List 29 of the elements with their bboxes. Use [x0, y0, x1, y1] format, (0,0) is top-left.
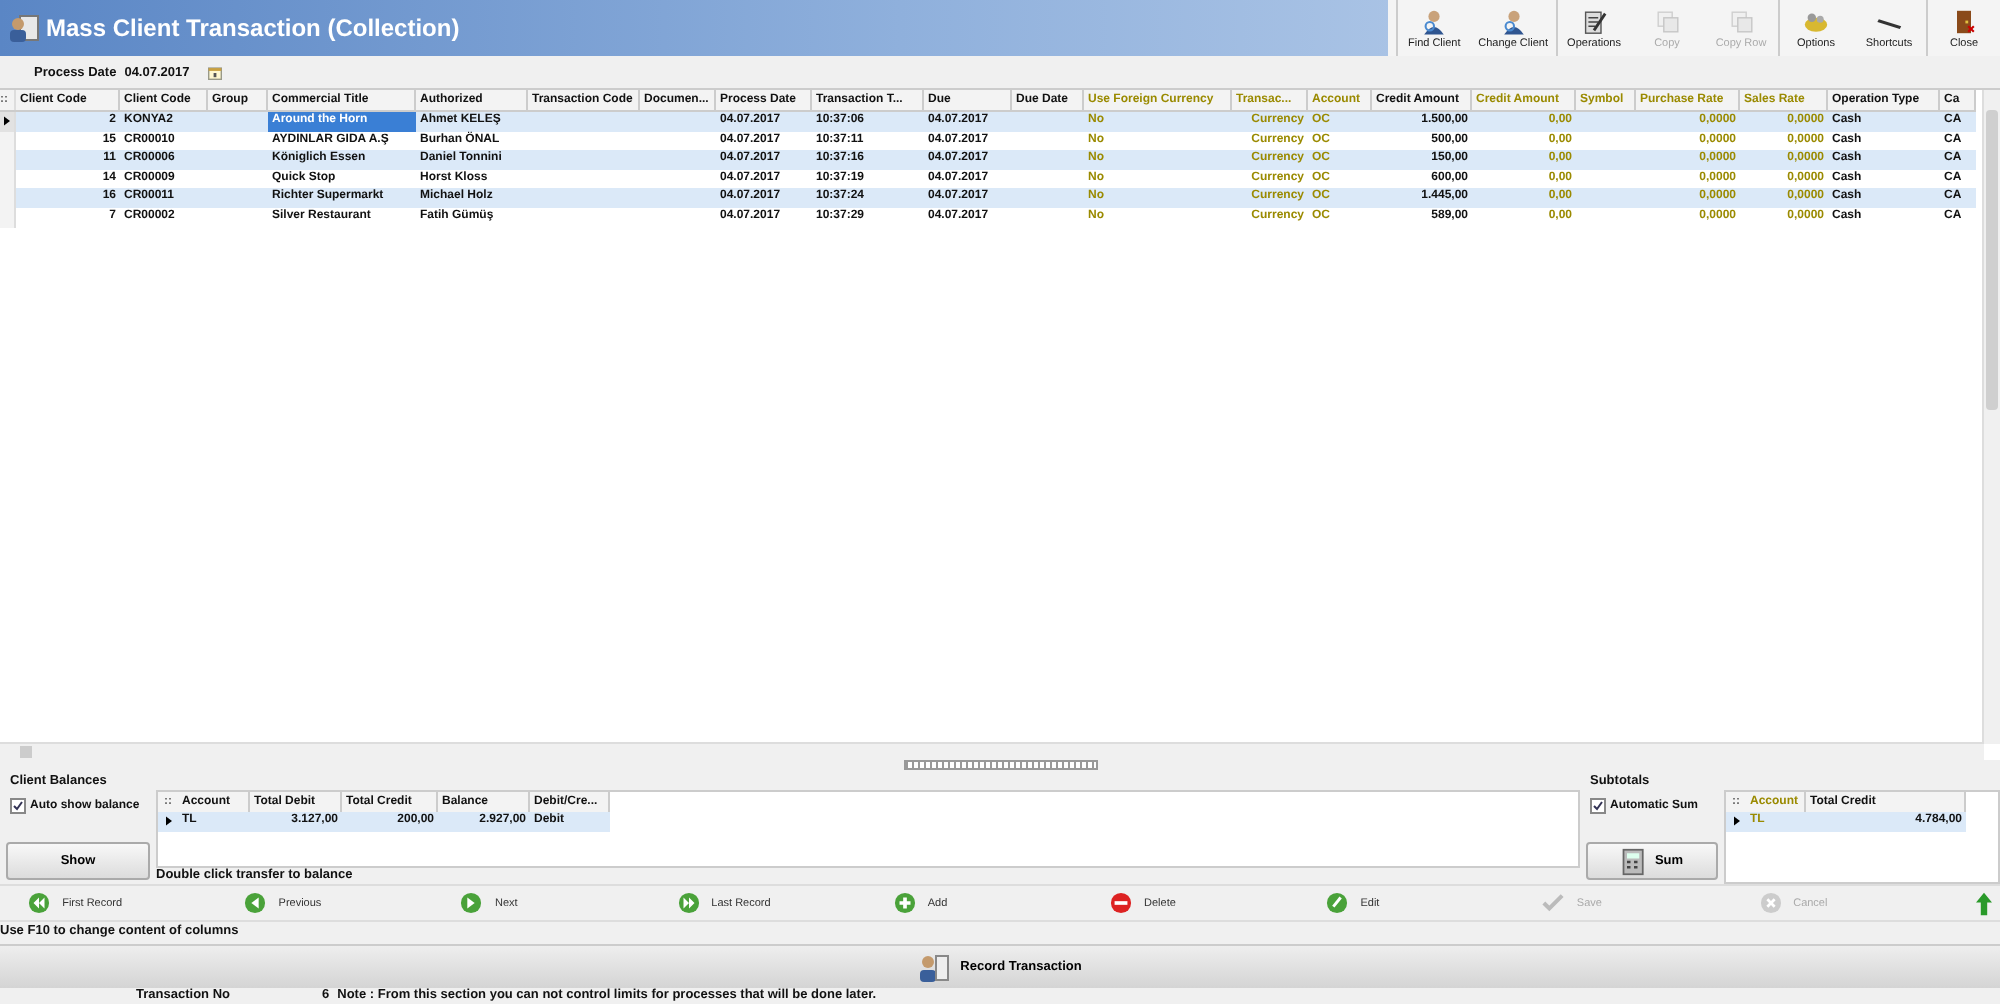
splitter-handle[interactable] [903, 760, 1097, 770]
copy-icon [1653, 7, 1681, 35]
checkmark-icon [1592, 800, 1604, 812]
checkmark-icon [1542, 892, 1565, 914]
edit-icon [1326, 892, 1349, 914]
calendar-icon[interactable] [207, 65, 222, 79]
delete-icon [1110, 892, 1133, 914]
calculator-icon [1620, 847, 1649, 875]
current-row-icon [4, 116, 10, 127]
window-title: Mass Client Transaction (Collection) [46, 14, 460, 42]
previous-icon [244, 892, 267, 914]
checkmark-icon [12, 800, 24, 812]
horizontal-scrollbar[interactable] [0, 742, 1984, 760]
row-selector[interactable] [0, 112, 16, 132]
next-icon [460, 892, 483, 914]
cancel-icon [1759, 892, 1782, 914]
person-search-icon [1499, 7, 1528, 35]
up-arrow-icon[interactable] [1975, 891, 1992, 915]
copy-icon [1727, 7, 1755, 35]
add-icon [893, 892, 916, 914]
first-record-icon [28, 892, 51, 914]
vertical-scrollbar[interactable] [1982, 90, 2000, 744]
current-row-icon [1733, 816, 1739, 827]
person-search-icon [1420, 7, 1449, 35]
notepad-pen-icon [1580, 7, 1608, 35]
person-document-icon [918, 951, 951, 983]
clients-icon [8, 12, 40, 44]
last-record-icon [677, 892, 700, 914]
current-row-icon [165, 816, 171, 827]
